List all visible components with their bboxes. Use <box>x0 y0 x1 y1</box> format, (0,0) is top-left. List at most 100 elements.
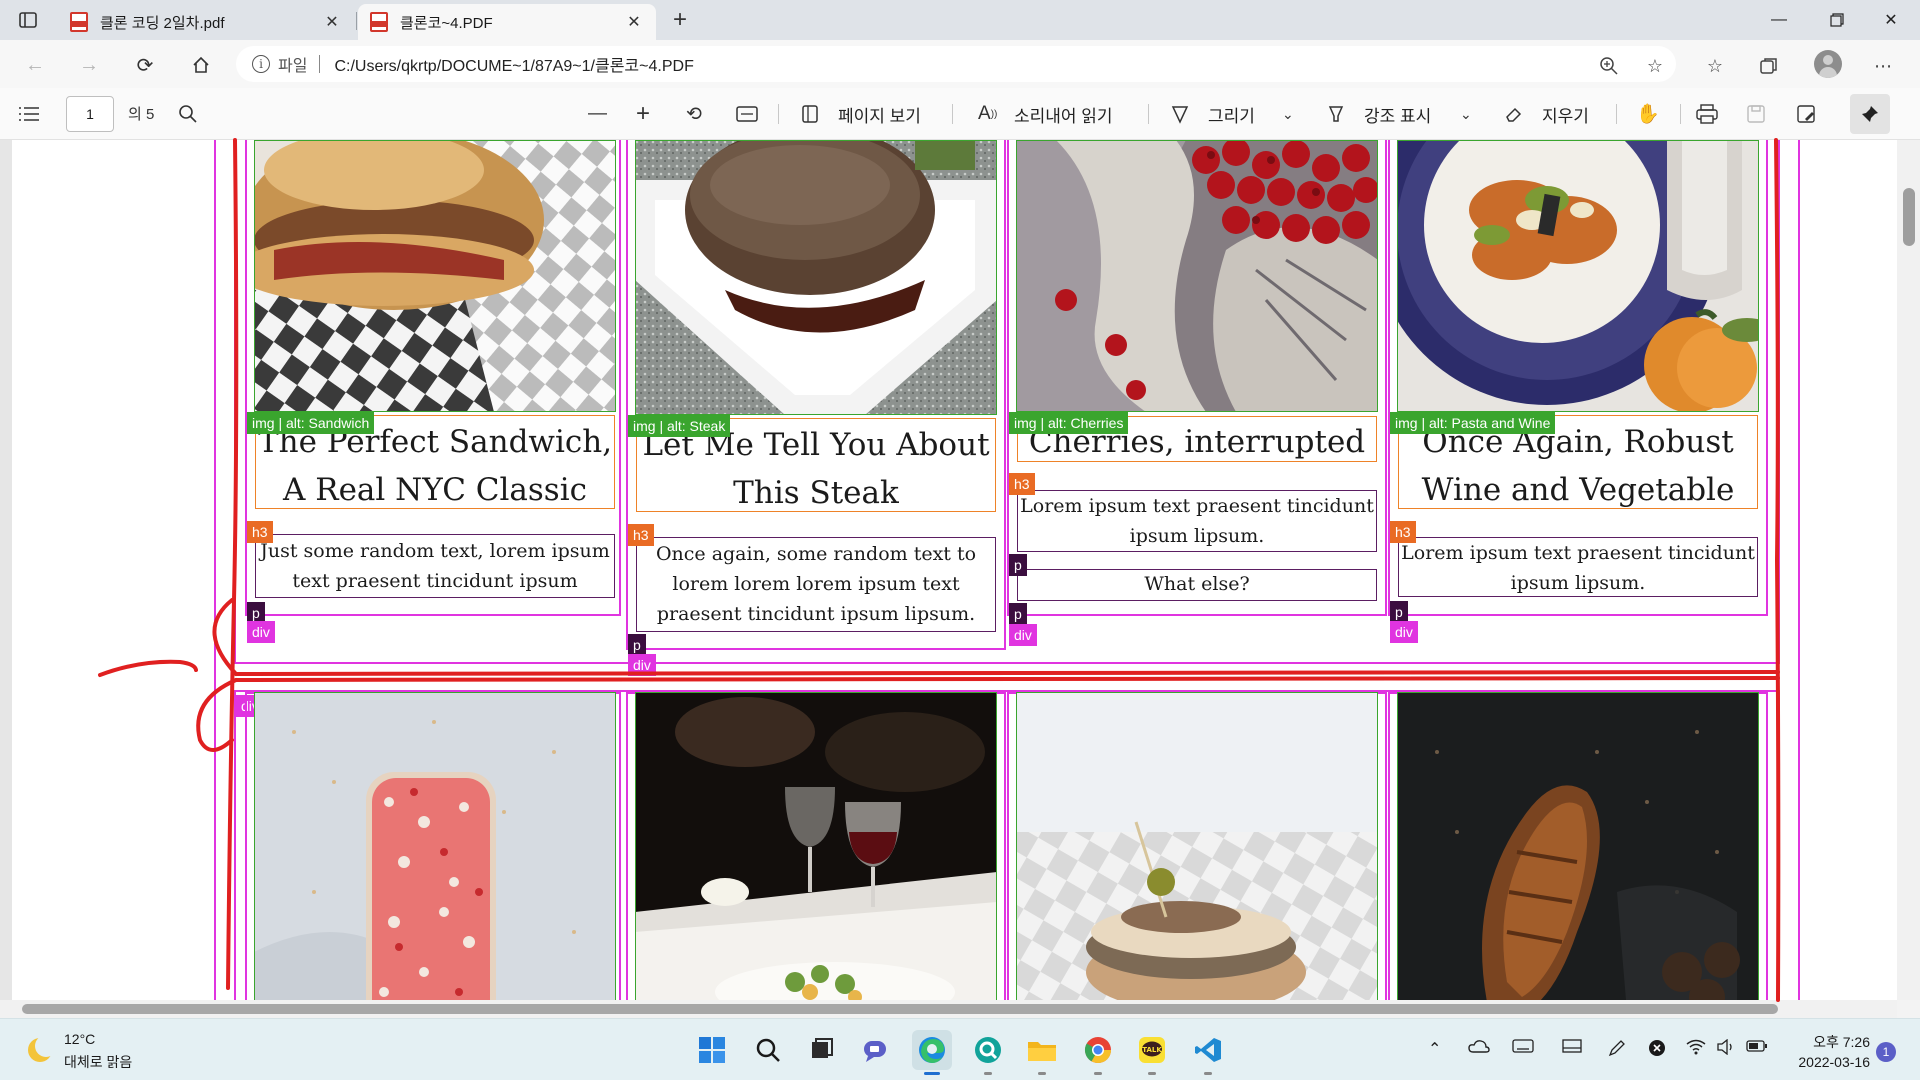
chevron-up-icon[interactable]: ⌃ <box>1428 1039 1441 1059</box>
p-tag-label: p <box>1009 554 1027 576</box>
save-as-icon[interactable] <box>1796 100 1816 128</box>
close-icon[interactable]: ✕ <box>624 12 644 32</box>
tab-clone-coding-day2[interactable]: 클론 코딩 2일차.pdf ✕ <box>58 4 354 40</box>
img-tag-label: img | alt: Steak <box>628 415 731 437</box>
highlight-button[interactable]: 강조 표시 <box>1364 102 1431 127</box>
teams-chat-icon[interactable] <box>856 1030 896 1070</box>
h3-tag-label: h3 <box>1390 521 1416 543</box>
kakaotalk-icon[interactable]: TALK <box>1132 1030 1172 1075</box>
new-tab-button[interactable]: + <box>666 6 694 34</box>
volume-icon[interactable] <box>1716 1038 1736 1060</box>
collections-icon[interactable] <box>1756 53 1782 79</box>
profile-avatar[interactable] <box>1814 50 1842 78</box>
zoom-out-button[interactable]: — <box>588 100 607 128</box>
url-text[interactable]: C:/Users/qkrtp/DOCUME~1/87A9~1/클론코~4.PDF <box>334 52 693 76</box>
tab-clone-coding-4[interactable]: 클론코~4.PDF ✕ <box>358 4 656 40</box>
favorites-icon[interactable]: ☆ <box>1702 53 1728 79</box>
erase-button[interactable]: 지우기 <box>1542 102 1589 127</box>
page-view-button[interactable]: 페이지 보기 <box>838 102 921 127</box>
highlight-icon[interactable] <box>1326 100 1346 128</box>
card-text: Lorem ipsum text praesent tincidunt ipsu… <box>1020 495 1374 547</box>
img-tag-label: img | alt: Pasta and Wine <box>1390 412 1556 434</box>
rotate-icon[interactable]: ⟲ <box>686 100 702 128</box>
page-view-icon[interactable] <box>800 100 820 128</box>
home-button[interactable] <box>186 50 216 80</box>
clock-time[interactable]: 오후 7:26 <box>1790 1032 1870 1052</box>
chevron-down-icon[interactable]: ⌄ <box>1282 100 1294 128</box>
chevron-down-icon[interactable]: ⌄ <box>1460 100 1472 128</box>
teamviewer-icon[interactable] <box>968 1030 1008 1075</box>
url-divider <box>319 55 321 73</box>
vscode-icon[interactable] <box>1188 1030 1228 1075</box>
svg-text:TALK: TALK <box>1142 1046 1162 1054</box>
keyboard-icon[interactable] <box>1512 1039 1534 1058</box>
zoom-icon[interactable] <box>1596 53 1622 79</box>
tab-title: 클론 코딩 2일차.pdf <box>100 14 225 32</box>
back-button[interactable]: ← <box>20 50 50 80</box>
small-sandwich-image <box>1016 692 1378 1000</box>
h3-tag-label: h3 <box>628 524 654 546</box>
url-field[interactable]: i 파일 C:/Users/qkrtp/DOCUME~1/87A9~1/클론코~… <box>236 46 1676 82</box>
zoom-in-button[interactable]: + <box>636 100 650 128</box>
pdf-document-area[interactable]: The Perfect Sandwich, A Real NYC Classic… <box>0 140 1920 1000</box>
page-total-label: 의 5 <box>128 106 155 123</box>
pdf-toolbar: 1 의 5 — + ⟲ 페이지 보기 A)) 소리내어 읽기 그리기 ⌄ 강조 … <box>0 88 1920 140</box>
read-aloud-button[interactable]: 소리내어 읽기 <box>1014 102 1113 127</box>
url-scheme-label: 파일 <box>278 58 308 75</box>
info-icon[interactable]: i <box>252 55 270 73</box>
vertical-scrollbar[interactable] <box>1897 140 1920 1000</box>
weather-description[interactable]: 대체로 맑음 <box>64 1052 132 1072</box>
app-status-icon[interactable] <box>1648 1039 1666 1062</box>
notification-badge[interactable]: 1 <box>1876 1042 1896 1062</box>
horizontal-scroll-thumb[interactable] <box>22 1004 1778 1014</box>
edge-browser-icon[interactable] <box>912 1030 952 1075</box>
pen-icon[interactable] <box>1608 1039 1626 1062</box>
draw-icon[interactable] <box>1170 100 1190 128</box>
wifi-icon[interactable] <box>1686 1039 1706 1060</box>
pdf-file-icon <box>70 12 88 32</box>
search-icon[interactable] <box>178 100 198 128</box>
weather-moon-icon[interactable] <box>28 1035 57 1062</box>
chrome-icon[interactable] <box>1078 1030 1118 1075</box>
more-options-icon[interactable]: ⋯ <box>1870 53 1896 79</box>
onedrive-icon[interactable] <box>1468 1039 1490 1058</box>
card-text: Just some random text, lorem ipsum text … <box>260 540 610 592</box>
card-text: Once again, some random text to lorem lo… <box>655 543 977 625</box>
img-tag-label: img | alt: Sandwich <box>247 412 375 434</box>
croissant-image <box>1397 692 1759 1000</box>
tab-title: 클론코~4.PDF <box>400 14 493 32</box>
div-tag-label: div <box>1390 621 1418 643</box>
file-explorer-icon[interactable] <box>1022 1030 1062 1075</box>
close-icon[interactable]: ✕ <box>322 12 342 32</box>
eraser-icon[interactable] <box>1504 100 1524 128</box>
tab-strip: 클론 코딩 2일차.pdf ✕ 클론코~4.PDF ✕ + — ✕ <box>0 0 1920 40</box>
table-of-contents-icon[interactable] <box>18 100 40 128</box>
add-favorite-icon[interactable]: ☆ <box>1642 53 1668 79</box>
start-button[interactable] <box>692 1030 732 1070</box>
restore-button[interactable] <box>1808 0 1866 40</box>
read-aloud-icon[interactable]: A)) <box>978 100 997 128</box>
weather-temperature[interactable]: 12°C <box>64 1031 95 1047</box>
sandwich-image <box>254 140 616 412</box>
forward-button[interactable]: → <box>74 50 104 80</box>
battery-icon[interactable] <box>1746 1039 1768 1058</box>
close-window-button[interactable]: ✕ <box>1862 0 1920 40</box>
wine-dinner-image <box>635 692 997 1000</box>
pasta-wine-image <box>1397 140 1759 412</box>
page-number-input[interactable]: 1 <box>66 96 114 132</box>
refresh-button[interactable]: ⟳ <box>130 50 160 80</box>
fit-width-icon[interactable] <box>736 100 758 128</box>
task-view-icon[interactable] <box>802 1030 842 1070</box>
search-icon[interactable] <box>748 1030 788 1070</box>
tab-actions-icon[interactable] <box>16 8 40 32</box>
p-tag-label: p <box>628 634 646 656</box>
vertical-scroll-thumb[interactable] <box>1903 188 1915 246</box>
div-tag-label: div <box>1009 624 1037 646</box>
print-icon[interactable] <box>1696 100 1718 128</box>
pin-toolbar-icon[interactable] <box>1850 94 1890 134</box>
minimize-button[interactable]: — <box>1750 0 1808 40</box>
clock-date[interactable]: 2022-03-16 <box>1786 1054 1870 1070</box>
draw-button[interactable]: 그리기 <box>1208 102 1255 127</box>
tab-divider <box>356 12 357 30</box>
display-icon[interactable] <box>1562 1039 1582 1060</box>
